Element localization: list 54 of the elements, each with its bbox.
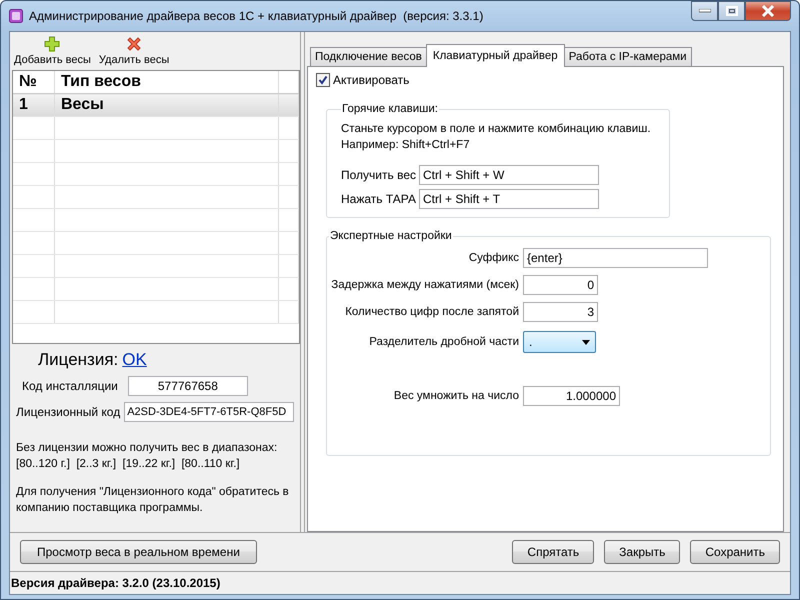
tab[interactable]: Работа с IP-камерами xyxy=(564,47,692,66)
plus-icon xyxy=(44,36,60,52)
number-field[interactable]: 0 xyxy=(523,275,598,295)
license-code-field[interactable]: A2SD-3DE4-5FT7-6T5R-Q8F5D xyxy=(124,402,294,422)
toolbar-button[interactable]: Удалить весы xyxy=(98,36,170,67)
hint-text: Станьте курсором в поле и нажмите комбинацию клавиш. xyxy=(341,122,652,137)
group-title: Горячие клавиши: xyxy=(341,103,439,115)
group-title: Экспертные настройки xyxy=(329,230,453,242)
field-label: Задержка между нажатиями (мсек) xyxy=(330,279,519,291)
table-cell: 1 xyxy=(13,94,54,116)
toolbar-button[interactable]: Добавить весы xyxy=(14,36,91,67)
field-label: Вес умножить на число xyxy=(392,390,519,402)
maximize-icon xyxy=(726,6,738,16)
field-label: Код инсталляции xyxy=(22,379,118,393)
license-note: Без лицензии можно получить вес в диапазонах: xyxy=(16,441,278,456)
example-text: Например: Shift+Ctrl+F7 xyxy=(341,138,471,153)
minimize-icon xyxy=(698,9,710,12)
maximize-button[interactable] xyxy=(718,1,745,21)
weight-ranges: [80..120 г.] [2..3 кг.] [19..22 кг.] [80..110 кг.] xyxy=(16,457,241,472)
dialog-button[interactable]: Спрятать xyxy=(512,540,594,564)
column-header: № xyxy=(13,71,54,94)
tab[interactable]: Подключение весов xyxy=(310,47,427,66)
field-label: Нажать ТАРА xyxy=(341,192,415,206)
install-code-field[interactable]: 577767658 xyxy=(128,376,248,396)
table-cell: Весы xyxy=(54,94,278,116)
dialog-button[interactable]: Закрыть xyxy=(604,540,680,564)
hotkey-field[interactable]: Ctrl + Shift + W xyxy=(419,165,599,185)
close-button[interactable] xyxy=(745,1,791,21)
tab[interactable]: Клавиатурный драйвер xyxy=(426,44,565,67)
activate-checkbox[interactable] xyxy=(316,73,330,87)
cross-icon xyxy=(126,36,142,52)
number-field[interactable]: 3 xyxy=(523,302,598,322)
realtime-view-button[interactable]: Просмотр веса в реальном времени xyxy=(20,540,257,564)
dialog-button[interactable]: Сохранить xyxy=(690,540,780,564)
close-icon xyxy=(762,5,774,17)
field-label: Разделитель дробной части xyxy=(368,336,519,348)
app-icon xyxy=(9,9,23,23)
checkbox-label: Активировать xyxy=(333,73,410,87)
license-label: Лицензия: xyxy=(38,350,118,370)
contact-note: Для получения "Лицензионного кода" обратитесь в компанию поставщика программы. xyxy=(16,485,290,516)
caret-icon xyxy=(582,340,590,344)
column-header: Тип весов xyxy=(54,71,278,94)
status-text: Версия драйвера: 3.2.0 (23.10.2015) xyxy=(11,576,220,590)
separator-dropdown[interactable]: . xyxy=(523,331,596,353)
field-label: Получить вес xyxy=(341,168,415,182)
field-label: Суффикс xyxy=(468,252,519,264)
license-status-link[interactable]: OK xyxy=(122,350,147,370)
field-label: Количество цифр после запятой xyxy=(344,306,519,318)
text-field[interactable]: {enter} xyxy=(523,248,708,268)
hotkey-field[interactable]: Ctrl + Shift + T xyxy=(419,189,599,209)
number-field[interactable]: 1.000000 xyxy=(523,386,620,406)
minimize-button[interactable] xyxy=(691,1,718,21)
field-label: Лицензионный код xyxy=(16,405,120,419)
window-title: Администрирование драйвера весов 1С + клавиатурный драйвер (версия: 3.3.1) xyxy=(29,9,484,23)
